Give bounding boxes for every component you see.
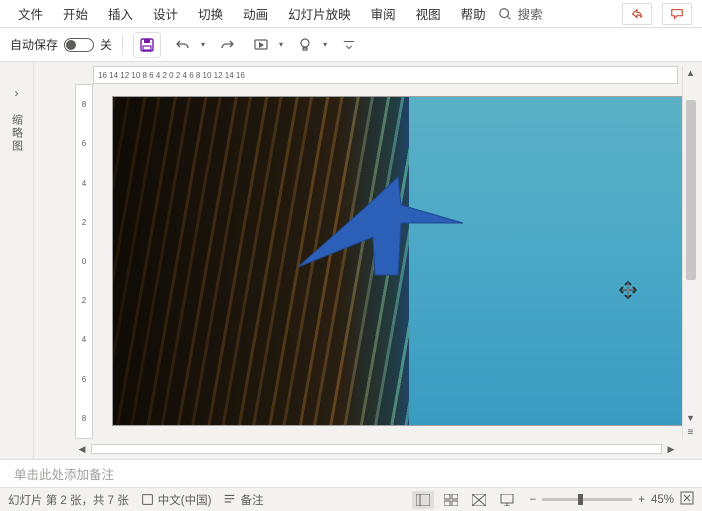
save-button[interactable] bbox=[133, 32, 161, 58]
menubar: 文件 开始 插入 设计 切换 动画 幻灯片放映 审阅 视图 帮助 搜索 bbox=[0, 0, 702, 28]
work-area: › 缩略图 16 14 12 10 8 6 4 2 0 2 4 6 8 10 1… bbox=[0, 62, 702, 459]
search-icon bbox=[498, 7, 512, 21]
slide-count-label[interactable]: 幻灯片 第 2 张，共 7 张 bbox=[8, 492, 129, 508]
zoom-label[interactable]: 45% bbox=[651, 494, 674, 506]
zoom-out-button[interactable]: − bbox=[530, 494, 537, 506]
ruler-h-ticks: 16 14 12 10 8 6 4 2 0 2 4 6 8 10 12 14 1… bbox=[94, 67, 677, 83]
autosave-state: 关 bbox=[100, 36, 112, 53]
save-icon bbox=[139, 37, 155, 53]
status-bar: 幻灯片 第 2 张，共 7 张 中文(中国) 备注 − + 45% bbox=[0, 487, 702, 511]
tower-icon bbox=[293, 175, 493, 285]
zoom-controls: − + 45% bbox=[530, 491, 694, 508]
scroll-right-icon[interactable]: ▶ bbox=[664, 442, 678, 456]
scrollbar-vertical[interactable]: ▲ ▼ ≡ bbox=[682, 66, 698, 439]
fit-icon bbox=[680, 491, 694, 505]
menu-home[interactable]: 开始 bbox=[55, 0, 96, 27]
scroll-left-icon[interactable]: ◀ bbox=[75, 442, 89, 456]
scroll-track-h[interactable] bbox=[91, 444, 662, 454]
menu-design[interactable]: 设计 bbox=[145, 0, 186, 27]
play-icon bbox=[253, 37, 269, 53]
menu-review[interactable]: 审阅 bbox=[363, 0, 404, 27]
chevron-right-icon: › bbox=[15, 86, 19, 100]
toggle-icon bbox=[64, 38, 94, 52]
sorter-view-icon bbox=[444, 494, 458, 506]
ideas-caret[interactable]: ▾ bbox=[323, 40, 327, 49]
notes-placeholder: 单击此处添加备注 bbox=[14, 464, 114, 483]
normal-view-button[interactable] bbox=[412, 491, 434, 509]
chevron-down-icon bbox=[342, 38, 356, 52]
slideshow-view-button[interactable] bbox=[496, 491, 518, 509]
scrollbar-horizontal[interactable]: ◀ ▶ bbox=[75, 441, 678, 457]
menu-slideshow[interactable]: 幻灯片放映 bbox=[280, 0, 359, 27]
redo-icon bbox=[219, 37, 235, 53]
slide-canvas[interactable] bbox=[112, 96, 684, 426]
reading-view-icon bbox=[472, 494, 486, 506]
from-beginning-button[interactable] bbox=[249, 32, 273, 58]
language-label: 中文(中国) bbox=[158, 492, 212, 508]
menu-insert[interactable]: 插入 bbox=[100, 0, 141, 27]
zoom-in-button[interactable]: + bbox=[638, 494, 645, 506]
autosave-toggle[interactable]: 自动保存 关 bbox=[10, 36, 112, 53]
canvas-area: 16 14 12 10 8 6 4 2 0 2 4 6 8 10 12 14 1… bbox=[34, 62, 702, 459]
split-icon[interactable]: ≡ bbox=[684, 425, 698, 439]
tower-shape[interactable] bbox=[293, 175, 493, 285]
menu-file[interactable]: 文件 bbox=[10, 0, 51, 27]
quick-toolbar: 自动保存 关 ▾ ▾ ▾ bbox=[0, 28, 702, 62]
share-button[interactable] bbox=[622, 3, 652, 25]
language-button[interactable]: 中文(中国) bbox=[141, 492, 212, 508]
view-buttons bbox=[412, 491, 518, 509]
ruler-horizontal: 16 14 12 10 8 6 4 2 0 2 4 6 8 10 12 14 1… bbox=[93, 66, 678, 84]
scroll-down-icon[interactable]: ▼ bbox=[684, 411, 698, 425]
outline-pane-collapsed[interactable]: › 缩略图 bbox=[0, 62, 34, 459]
overflow-button[interactable] bbox=[337, 32, 361, 58]
search-label: 搜索 bbox=[518, 4, 543, 23]
zoom-slider[interactable] bbox=[542, 498, 632, 501]
autosave-label: 自动保存 bbox=[10, 36, 58, 53]
fit-to-window-button[interactable] bbox=[680, 491, 694, 508]
language-icon bbox=[141, 493, 154, 506]
outline-label: 缩略图 bbox=[9, 114, 25, 153]
search-box[interactable]: 搜索 bbox=[498, 4, 543, 23]
undo-icon bbox=[175, 37, 191, 53]
ruler-vertical: 864202468 bbox=[75, 84, 93, 439]
notes-button[interactable]: 备注 bbox=[223, 492, 263, 508]
lightbulb-icon bbox=[297, 37, 313, 53]
undo-caret[interactable]: ▾ bbox=[201, 40, 205, 49]
notes-label: 备注 bbox=[240, 492, 263, 508]
comment-icon bbox=[670, 7, 684, 21]
redo-button[interactable] bbox=[215, 32, 239, 58]
sorter-view-button[interactable] bbox=[440, 491, 462, 509]
comments-button[interactable] bbox=[662, 3, 692, 25]
menu-help[interactable]: 帮助 bbox=[453, 0, 494, 27]
scroll-thumb-v[interactable] bbox=[686, 100, 696, 280]
menu-transition[interactable]: 切换 bbox=[190, 0, 231, 27]
notes-pane[interactable]: 单击此处添加备注 bbox=[0, 459, 702, 487]
normal-view-icon bbox=[416, 494, 430, 506]
notes-icon bbox=[223, 493, 236, 506]
undo-button[interactable] bbox=[171, 32, 195, 58]
menu-view[interactable]: 视图 bbox=[408, 0, 449, 27]
slideshow-view-icon bbox=[500, 494, 514, 506]
menu-animation[interactable]: 动画 bbox=[235, 0, 276, 27]
ideas-button[interactable] bbox=[293, 32, 317, 58]
scroll-up-icon[interactable]: ▲ bbox=[684, 66, 698, 80]
reading-view-button[interactable] bbox=[468, 491, 490, 509]
share-icon bbox=[630, 7, 644, 21]
play-caret[interactable]: ▾ bbox=[279, 40, 283, 49]
